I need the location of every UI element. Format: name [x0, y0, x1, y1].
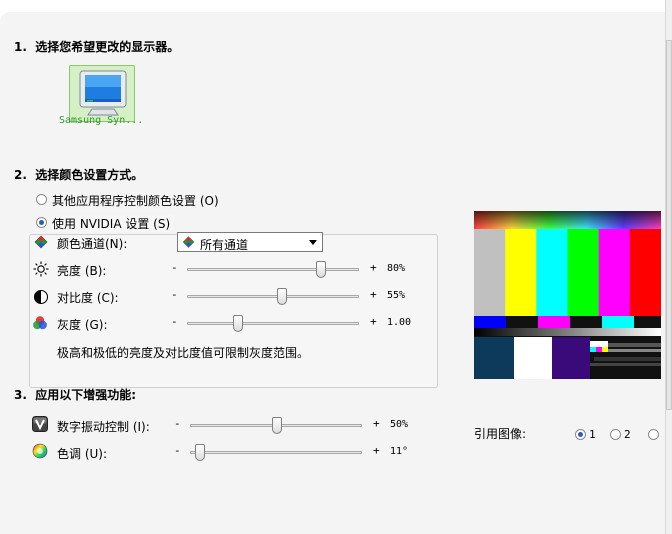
radio-other-apps[interactable]: [36, 194, 47, 205]
color-channel-select-icon: [182, 236, 195, 248]
scrollbar-thumb[interactable]: [666, 40, 672, 410]
brightness-plus: +: [370, 261, 377, 274]
color-bar: [567, 229, 600, 316]
contrast-icon: [33, 289, 49, 305]
radio-nvidia-settings[interactable]: [36, 217, 47, 228]
reference-radio-3[interactable]: [648, 429, 659, 440]
gamma-slider-thumb[interactable]: [233, 315, 243, 332]
vibrance-minus: -: [174, 417, 181, 430]
color-channel-select[interactable]: 所有通道: [177, 232, 323, 252]
reference-radio-2[interactable]: [610, 429, 621, 440]
vertical-scrollbar[interactable]: [665, 0, 672, 534]
monitor-icon: [79, 70, 127, 116]
color-bars-image: [474, 211, 661, 379]
color-bar: [629, 229, 661, 316]
hue-plus: +: [373, 444, 380, 457]
contrast-label: 对比度 (C):: [57, 291, 119, 305]
sun-icon: [33, 261, 49, 277]
hue-minus: -: [174, 444, 181, 457]
reference-radio-1-label: 1: [589, 428, 596, 441]
settings-panel: 1. 选择您希望更改的显示器。 Samsung Syn... 2. 选择颜色设置…: [0, 12, 665, 534]
reference-image-label: 引用图像:: [474, 427, 527, 441]
hue-label: 色调 (U):: [57, 447, 108, 461]
chevron-down-icon: [309, 240, 317, 245]
contrast-slider-track[interactable]: [187, 295, 359, 298]
monitor-tile[interactable]: [69, 65, 135, 122]
radio-other-apps-label: 其他应用程序控制颜色设置 (O): [52, 194, 219, 208]
monitor-name: Samsung Syn...: [59, 115, 144, 126]
brightness-slider-thumb[interactable]: [316, 261, 326, 278]
vibrance-slider-thumb[interactable]: [272, 417, 282, 434]
brightness-label: 亮度 (B):: [57, 264, 107, 278]
contrast-value: 55%: [387, 290, 406, 301]
color-bar: [598, 229, 631, 316]
vibrance-icon: [32, 416, 48, 432]
hue-slider-track[interactable]: [190, 451, 362, 454]
reference-radio-1[interactable]: [575, 429, 586, 440]
color-bar: [474, 229, 506, 316]
vibrance-value: 50%: [390, 419, 409, 430]
gamma-value: 1.00: [387, 317, 412, 328]
hue-value: 11°: [390, 446, 409, 457]
vibrance-label: 数字振动控制 (I):: [57, 420, 150, 434]
contrast-slider-thumb[interactable]: [277, 288, 287, 305]
section-3-heading: 3. 应用以下增强功能:: [14, 388, 137, 402]
color-channel-selected-value: 所有通道: [200, 238, 249, 252]
vibrance-plus: +: [373, 417, 380, 430]
hue-slider-thumb[interactable]: [195, 444, 205, 461]
gamma-label: 灰度 (G):: [57, 318, 108, 332]
brightness-minus: -: [171, 261, 178, 274]
reference-test-image: [474, 211, 661, 379]
color-bar: [505, 229, 537, 316]
radio-nvidia-settings-label: 使用 NVIDIA 设置 (S): [52, 215, 174, 232]
gamma-slider-track[interactable]: [187, 322, 359, 325]
section-1-heading: 1. 选择您希望更改的显示器。: [14, 40, 180, 54]
section-2-heading: 2. 选择颜色设置方式。: [14, 168, 144, 182]
color-channel-label: 颜色通道(N):: [57, 237, 128, 251]
color-bar: [536, 229, 568, 316]
brightness-value: 80%: [387, 263, 406, 274]
contrast-plus: +: [370, 288, 377, 301]
range-note: 极高和极低的亮度及对比度值可限制灰度范围。: [57, 346, 310, 360]
reference-radio-2-label: 2: [624, 428, 631, 441]
gamma-icon: [33, 316, 47, 330]
hue-wheel-icon: [32, 443, 48, 459]
contrast-minus: -: [171, 288, 178, 301]
gamma-minus: -: [171, 315, 178, 328]
gamma-plus: +: [370, 315, 377, 328]
color-channel-icon: [34, 235, 48, 249]
nvidia-settings-group: [29, 234, 438, 388]
brightness-slider-track[interactable]: [187, 268, 359, 271]
